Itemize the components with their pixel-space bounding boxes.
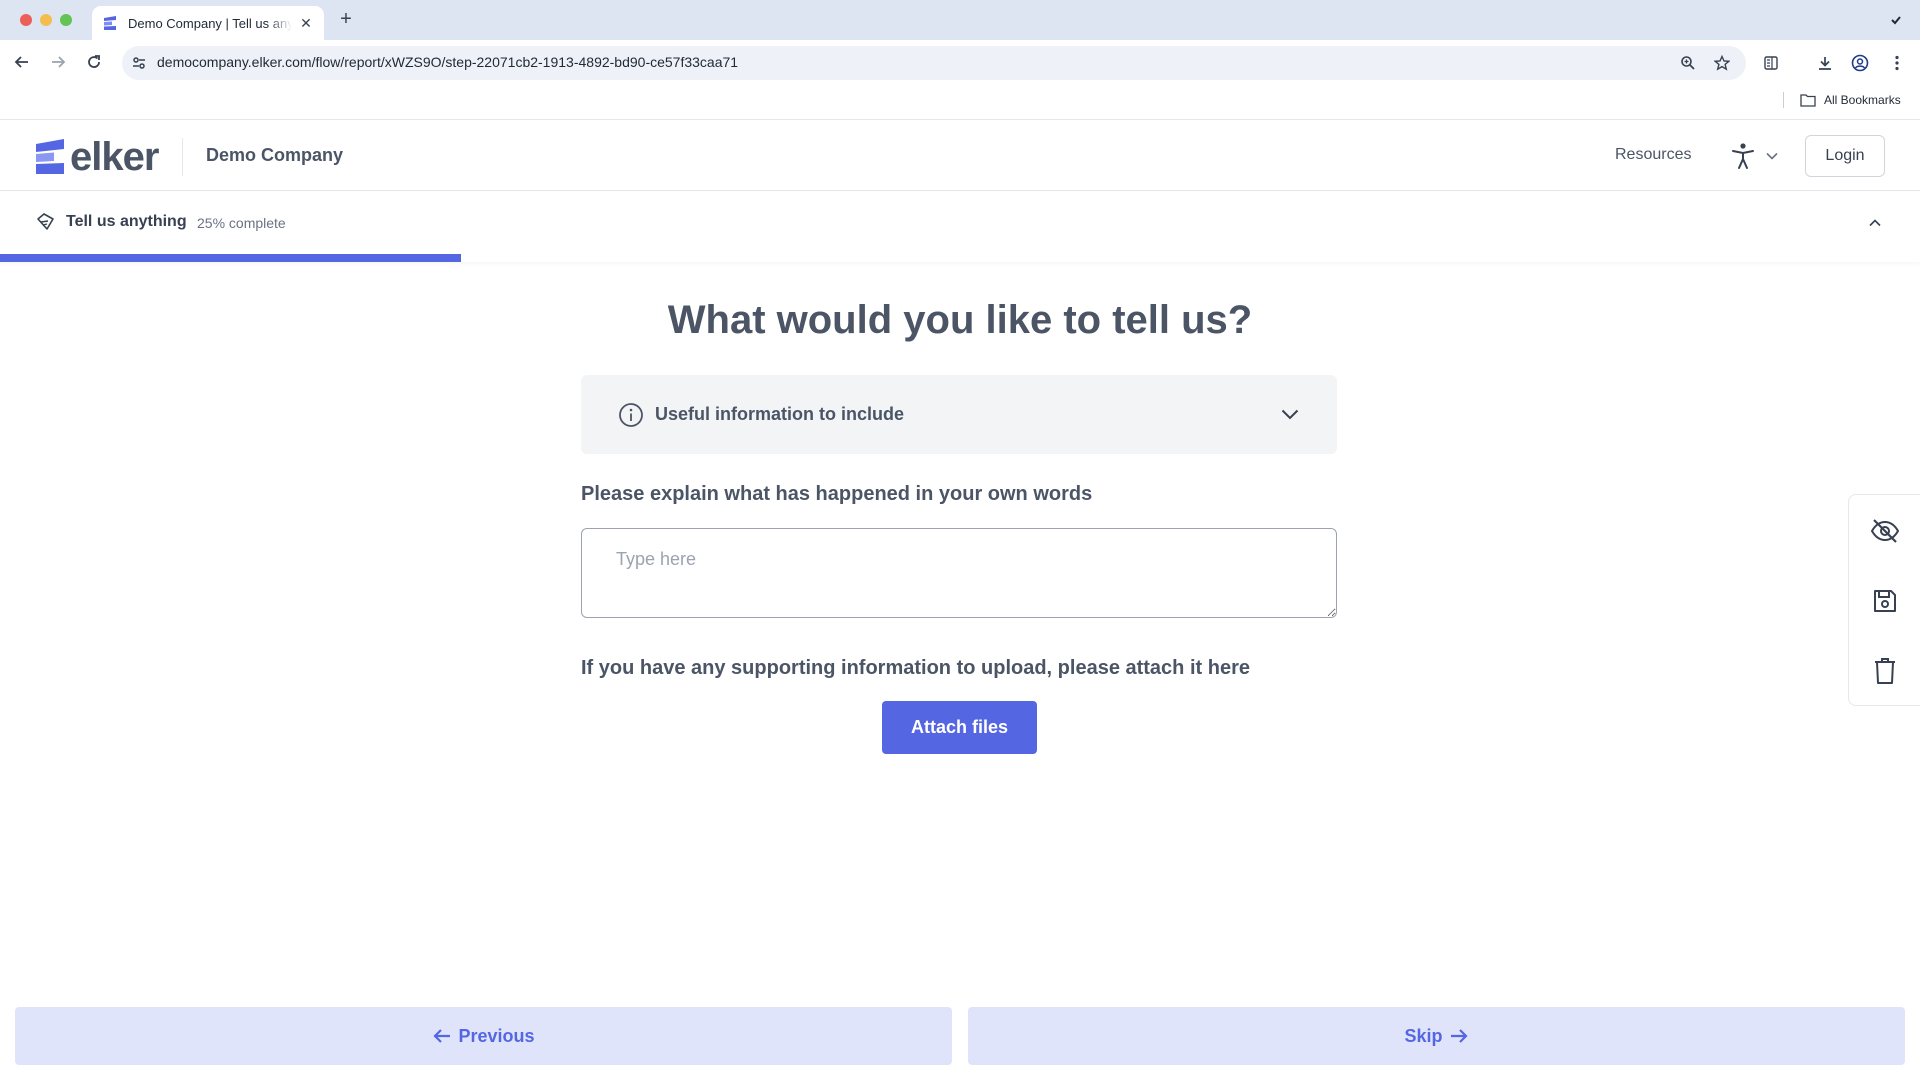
reading-list-icon[interactable]: [1760, 52, 1782, 74]
elker-logo-mark-icon: [36, 139, 64, 174]
accessibility-icon: [1732, 143, 1754, 169]
bookmarks-separator: [1783, 92, 1784, 108]
explanation-field-label: Please explain what has happened in your…: [581, 483, 1093, 505]
all-bookmarks-label: All Bookmarks: [1824, 93, 1901, 107]
login-button[interactable]: Login: [1805, 135, 1885, 177]
chevron-down-icon: [1279, 404, 1301, 426]
bookmarks-bar: [0, 84, 1920, 120]
page-question-heading: What would you like to tell us?: [667, 298, 1253, 342]
bookmark-star-icon[interactable]: [1711, 52, 1733, 74]
progress-bar-fill: [0, 254, 461, 262]
useful-info-accordion[interactable]: Useful information to include: [581, 375, 1337, 454]
chevron-down-icon: [1766, 152, 1778, 160]
hide-eye-slash-icon[interactable]: [1869, 515, 1901, 547]
window-close-button[interactable]: [20, 14, 32, 26]
folder-icon: [1800, 94, 1816, 107]
arrow-right-icon: [1449, 1026, 1469, 1046]
forward-arrow-icon[interactable]: [46, 50, 70, 74]
browser-tab-active[interactable]: Demo Company | Tell us anything ✕: [92, 6, 324, 40]
skip-label: Skip: [1404, 1025, 1443, 1046]
browser-menu-icon[interactable]: [1886, 52, 1908, 74]
trash-icon[interactable]: [1869, 655, 1901, 687]
accessibility-menu-button[interactable]: [1728, 138, 1780, 174]
step-title: Tell us anything: [66, 213, 187, 230]
window-zoom-button[interactable]: [60, 14, 72, 26]
resources-link[interactable]: Resources: [1615, 146, 1691, 164]
site-settings-icon[interactable]: [128, 52, 150, 74]
reload-icon[interactable]: [82, 50, 106, 74]
elker-logo[interactable]: elker: [34, 135, 159, 179]
skip-button[interactable]: Skip: [968, 1007, 1905, 1065]
previous-label: Previous: [458, 1025, 535, 1046]
zoom-icon[interactable]: [1677, 52, 1699, 74]
profile-icon[interactable]: [1849, 52, 1871, 74]
explanation-textarea[interactable]: [581, 528, 1337, 618]
step-percent-complete: 25% complete: [197, 215, 286, 231]
useful-info-label: Useful information to include: [655, 404, 905, 424]
progress-section[interactable]: [0, 192, 1920, 262]
elker-favicon-icon: [102, 15, 118, 31]
url-text: democompany.elker.com/flow/report/xWZS9O…: [157, 54, 739, 70]
header-divider: [182, 138, 183, 176]
upload-label: If you have any supporting information t…: [581, 657, 1250, 679]
arrow-left-icon: [432, 1026, 452, 1046]
tab-title: Demo Company | Tell us anything: [128, 15, 292, 31]
info-circle-icon: [617, 401, 645, 429]
tag-speech-icon: [34, 211, 56, 233]
new-tab-button[interactable]: +: [336, 9, 356, 30]
logo-wordmark: elker: [70, 135, 159, 179]
side-toolbar: [1848, 494, 1920, 706]
attach-files-button[interactable]: Attach files: [882, 701, 1037, 754]
save-floppy-icon[interactable]: [1869, 585, 1901, 617]
tab-close-icon[interactable]: ✕: [298, 15, 314, 31]
tab-search-icon[interactable]: [1886, 10, 1906, 30]
all-bookmarks-button[interactable]: All Bookmarks: [1800, 91, 1901, 109]
window-minimize-button[interactable]: [40, 14, 52, 26]
company-name: Demo Company: [206, 145, 344, 165]
download-icon[interactable]: [1814, 52, 1836, 74]
chevron-up-icon[interactable]: [1864, 212, 1886, 234]
back-arrow-icon[interactable]: [10, 50, 34, 74]
previous-button[interactable]: Previous: [15, 1007, 952, 1065]
